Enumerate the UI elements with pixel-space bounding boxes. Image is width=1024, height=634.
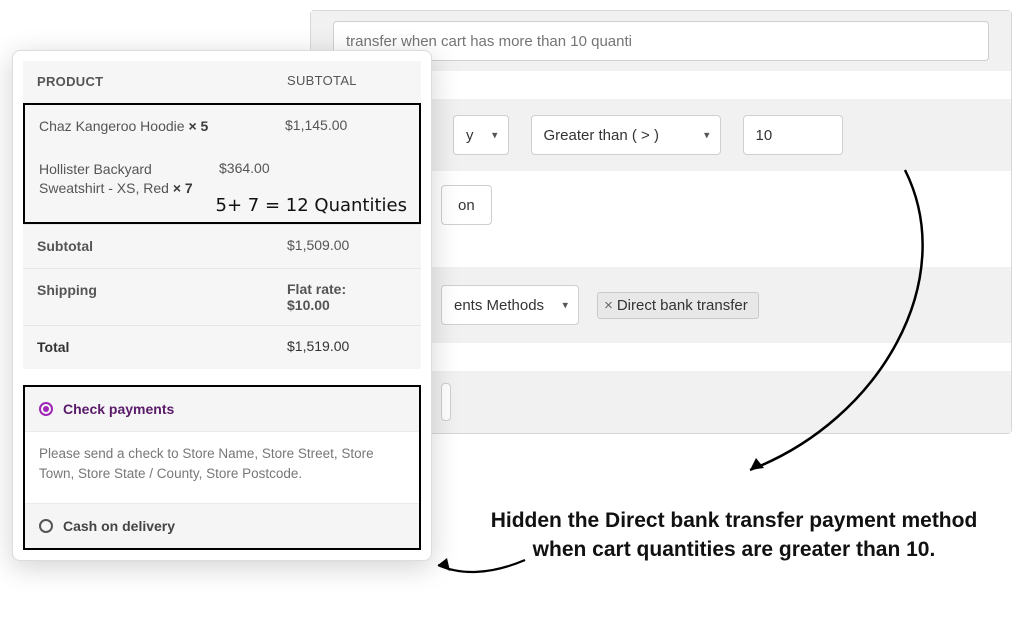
explainer-text: Hidden the Direct bank transfer payment …	[484, 507, 984, 564]
chevron-down-icon: ▾	[704, 129, 710, 142]
radio-unselected-icon	[39, 519, 53, 533]
condition-operator-select[interactable]: Greater than ( > ) ▾	[531, 115, 721, 155]
item-qty: × 7	[173, 180, 193, 196]
condition-field-select[interactable]: y ▾	[453, 115, 509, 155]
radio-selected-icon	[39, 402, 53, 416]
action-type-value: ents Methods	[454, 297, 544, 314]
action-type-select[interactable]: ents Methods ▾	[441, 285, 579, 325]
chevron-down-icon: ▾	[492, 129, 498, 142]
checkout-summary-card: PRODUCT SUBTOTAL Chaz Kangeroo Hoodie × …	[12, 50, 432, 561]
total-label: Total	[37, 338, 287, 357]
cart-item-row: Chaz Kangeroo Hoodie × 5 $1,145.00	[25, 105, 419, 148]
on-button[interactable]: on	[441, 185, 492, 225]
subtotal-value: $1,509.00	[287, 237, 407, 256]
subtotal-label: Subtotal	[37, 238, 93, 254]
shipping-label: Shipping	[37, 282, 97, 298]
item-price: $1,145.00	[285, 117, 405, 136]
col-product: PRODUCT	[37, 73, 287, 91]
payment-methods-box: Check payments Please send a check to St…	[23, 385, 421, 550]
shipping-line2: $10.00	[287, 297, 407, 313]
payment-label: Cash on delivery	[63, 518, 175, 534]
item-price: $364.00	[219, 160, 339, 198]
shipping-line1: Flat rate:	[287, 281, 407, 297]
item-qty: × 5	[188, 118, 208, 134]
order-header: PRODUCT SUBTOTAL	[23, 61, 421, 103]
footer-button-stub[interactable]	[441, 383, 451, 421]
remove-icon[interactable]: ×	[604, 297, 613, 314]
item-name: Hollister Backyard Sweatshirt - XS, Red	[39, 161, 169, 196]
payment-option-check[interactable]: Check payments	[25, 387, 419, 432]
subtotal-row: Subtotal $1,509.00	[23, 224, 421, 268]
chevron-down-icon: ▾	[563, 299, 569, 312]
shipping-row: Shipping Flat rate: $10.00	[23, 268, 421, 325]
payment-option-cod[interactable]: Cash on delivery	[25, 504, 419, 548]
method-tag-label: Direct bank transfer	[617, 297, 748, 314]
method-tag[interactable]: × Direct bank transfer	[597, 292, 759, 319]
order-table: PRODUCT SUBTOTAL Chaz Kangeroo Hoodie × …	[23, 61, 421, 369]
item-name: Chaz Kangeroo Hoodie	[39, 118, 185, 134]
quantities-annotation: 5+ 7 = 12 Quantities	[216, 195, 407, 216]
condition-field-value: y	[466, 127, 474, 144]
col-subtotal: SUBTOTAL	[287, 73, 407, 91]
total-row: Total $1,519.00	[23, 325, 421, 369]
condition-operator-value: Greater than ( > )	[544, 127, 659, 144]
payment-label: Check payments	[63, 401, 174, 417]
condition-value-input[interactable]	[743, 115, 843, 155]
total-value: $1,519.00	[287, 338, 407, 357]
payment-check-desc: Please send a check to Store Name, Store…	[25, 432, 419, 504]
cart-items-box: Chaz Kangeroo Hoodie × 5 $1,145.00 Holli…	[23, 103, 421, 225]
